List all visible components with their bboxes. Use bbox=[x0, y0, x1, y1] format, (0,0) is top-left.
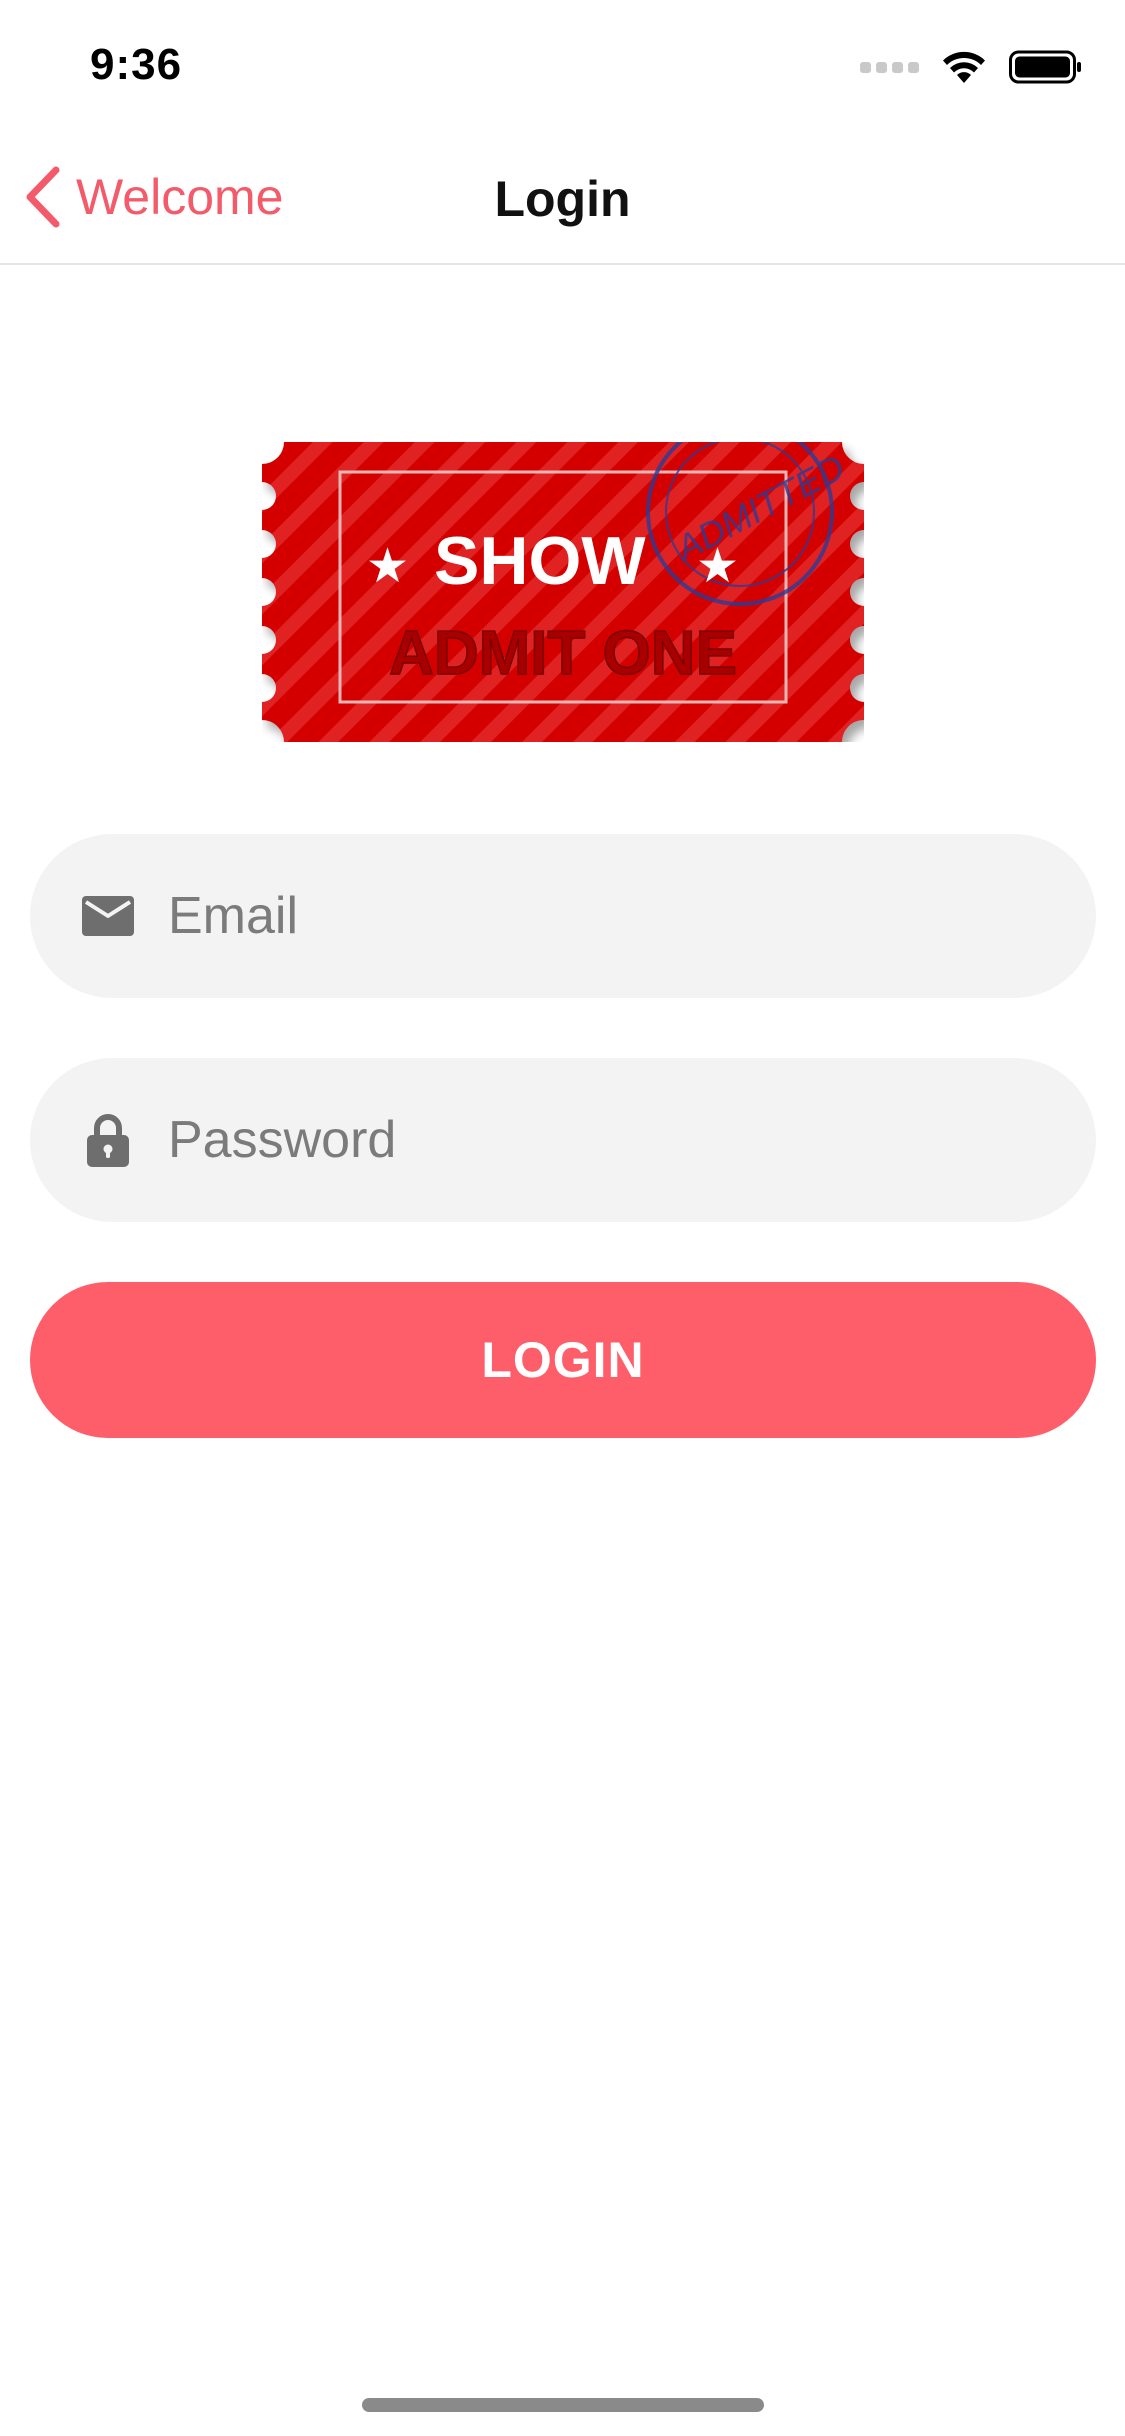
ticket-show-text: SHOW bbox=[434, 523, 646, 599]
login-button[interactable]: LOGIN bbox=[30, 1282, 1096, 1438]
status-icons bbox=[860, 50, 1083, 84]
email-field[interactable] bbox=[30, 834, 1096, 998]
wifi-icon bbox=[943, 51, 985, 83]
cellular-signal-icon bbox=[860, 61, 919, 73]
battery-icon bbox=[1009, 50, 1081, 84]
home-indicator[interactable] bbox=[362, 2398, 764, 2412]
page-title: Login bbox=[494, 171, 631, 227]
ticket-logo-image: ADMITTED ★ SHOW ★ ADMIT ONE bbox=[262, 418, 864, 742]
status-bar: 9:36 bbox=[0, 0, 1125, 132]
status-time: 9:36 bbox=[90, 40, 183, 89]
navigation-bar: Welcome Login bbox=[0, 132, 1125, 265]
password-input[interactable] bbox=[166, 1058, 1056, 1222]
lock-icon bbox=[80, 1112, 136, 1168]
star-icon: ★ bbox=[366, 538, 409, 594]
ticket-admit-text: ADMIT ONE bbox=[389, 619, 737, 688]
password-field[interactable] bbox=[30, 1058, 1096, 1222]
star-icon: ★ bbox=[696, 538, 739, 594]
envelope-icon bbox=[80, 888, 136, 944]
email-input[interactable] bbox=[166, 834, 1056, 998]
